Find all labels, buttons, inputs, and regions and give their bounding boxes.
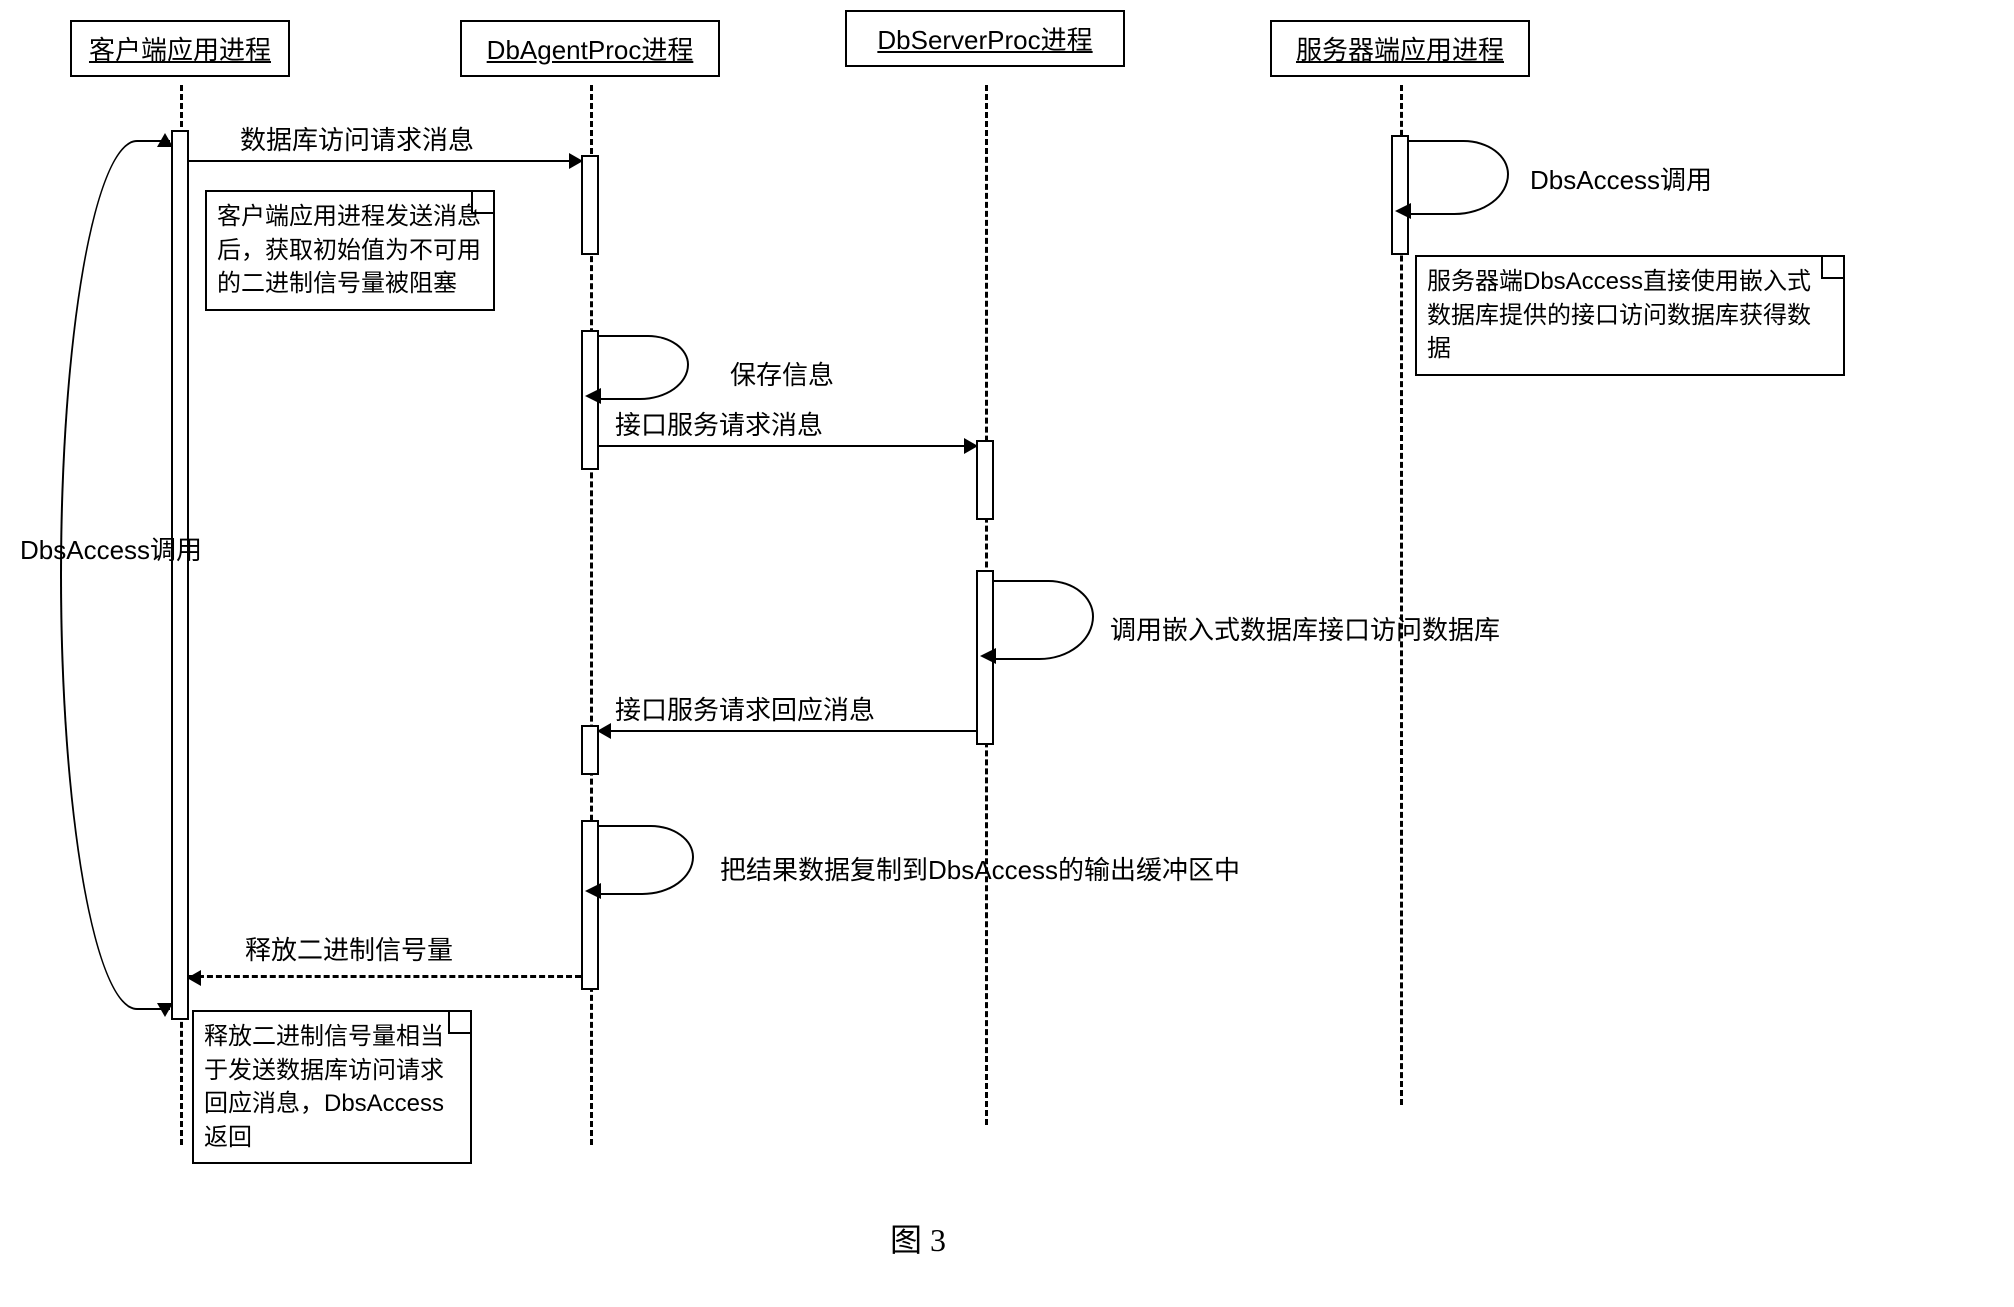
lifeline-header-server-app: 服务器端应用进程 <box>1270 20 1530 77</box>
label-dbsaccess-right: DbsAccess调用 <box>1530 160 1712 197</box>
note-text: 客户端应用进程发送消息后，获取初始值为不可用的二进制信号量被阻塞 <box>217 203 481 297</box>
note-server-app: 服务器端DbsAccess直接使用嵌入式数据库提供的接口访问数据库获得数据 <box>1415 255 1845 376</box>
self-loop-embedded-db <box>994 580 1094 660</box>
self-loop-save-info <box>599 335 689 400</box>
note-text: 释放二进制信号量相当于发送数据库访问请求回应消息，DbsAccess返回 <box>204 1023 444 1151</box>
activation-agent-1 <box>581 155 599 255</box>
lifeline-label: DbAgentProc进程 <box>487 35 694 65</box>
label-dbsaccess-call: DbsAccess调用 <box>20 530 202 567</box>
arrow-release-semaphore <box>189 975 581 978</box>
label-save-info: 保存信息 <box>730 355 834 392</box>
lifeline-label: 服务器端应用进程 <box>1296 35 1504 65</box>
note-release: 释放二进制信号量相当于发送数据库访问请求回应消息，DbsAccess返回 <box>192 1010 472 1164</box>
activation-agent-3 <box>581 725 599 775</box>
activation-client <box>171 130 189 1020</box>
activation-agent-4 <box>581 820 599 990</box>
note-client-blocked: 客户端应用进程发送消息后，获取初始值为不可用的二进制信号量被阻塞 <box>205 190 495 311</box>
activation-server-1 <box>976 440 994 520</box>
label-interface-request: 接口服务请求消息 <box>615 405 823 442</box>
lifeline-label: DbServerProc进程 <box>877 25 1092 55</box>
figure-label: 图 3 <box>890 1215 946 1261</box>
label-call-embedded: 调用嵌入式数据库接口访问数据库 <box>1110 610 1500 647</box>
label-release-semaphore: 释放二进制信号量 <box>245 930 453 967</box>
label-db-access-request: 数据库访问请求消息 <box>240 120 474 157</box>
lifeline-header-client: 客户端应用进程 <box>70 20 290 77</box>
self-call-dbsaccess <box>60 140 170 1010</box>
lifeline-label: 客户端应用进程 <box>89 35 271 65</box>
arrow-db-access-request <box>189 160 581 162</box>
lifeline-header-server: DbServerProc进程 <box>845 10 1125 67</box>
arrow-interface-request <box>599 445 976 447</box>
label-copy-result: 把结果数据复制到DbsAccess的输出缓冲区中 <box>720 850 1240 887</box>
arrow-interface-response <box>599 730 976 732</box>
self-loop-copy-result <box>599 825 694 895</box>
lifeline-header-agent: DbAgentProc进程 <box>460 20 720 77</box>
note-text: 服务器端DbsAccess直接使用嵌入式数据库提供的接口访问数据库获得数据 <box>1427 268 1811 362</box>
label-interface-response: 接口服务请求回应消息 <box>615 690 875 727</box>
self-loop-dbsaccess-right <box>1409 140 1509 215</box>
sequence-diagram: 客户端应用进程 DbAgentProc进程 DbServerProc进程 服务器… <box>0 0 2014 1307</box>
activation-server-app <box>1391 135 1409 255</box>
